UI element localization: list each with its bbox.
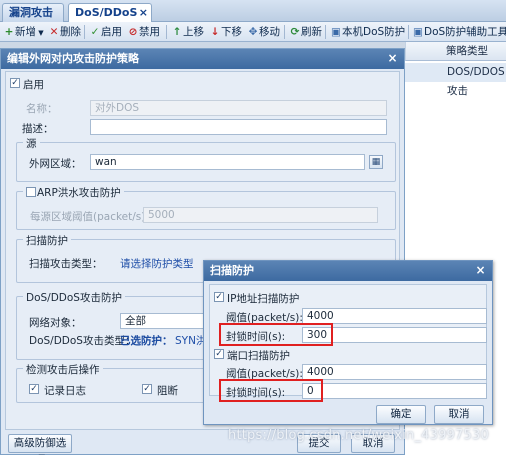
selected-protection-label: 已选防护： [120,335,173,347]
close-icon[interactable]: × [473,263,488,278]
toolbar-divider [166,25,167,39]
new-button[interactable]: + 新增 ▼ [3,24,44,40]
source-fieldset: 源 外网区域： wan ▦ [16,136,396,182]
log-label: 记录日志 [44,385,86,397]
arp-legend: ARP洪水攻击防护 [23,185,124,200]
arp-checkbox[interactable] [26,187,36,197]
dos-legend: DoS/DDoS攻击防护 [23,290,125,305]
dialog-title: 扫描防护 [204,261,492,281]
arp-fieldset: ARP洪水攻击防护 每源区域阈值(packet/s): 5000 [16,185,396,230]
enable-checkbox[interactable]: ✓ [10,78,20,88]
close-icon[interactable]: × [139,4,148,22]
toolbar-divider [408,25,409,39]
arp-threshold-label: 每源区域阈值(packet/s): [30,211,149,223]
move-icon: ✥ [248,26,258,38]
log-checkbox[interactable]: ✓ [29,384,39,394]
shield-icon: ▣ [331,26,341,38]
port-scan-checkbox[interactable]: ✓ [214,349,224,359]
name-label: 名称： [26,103,58,115]
zone-label: 外网区域： [29,158,82,170]
check-icon: ✓ [90,26,100,38]
scan-type-label: 扫描攻击类型： [29,258,103,270]
advanced-options-button[interactable]: 高级防御选项 [8,434,72,455]
delete-button[interactable]: ✕ 删除 [48,24,81,40]
port-scan-label: 端口扫描防护 [227,350,290,362]
name-field[interactable]: 对外DOS [90,100,387,116]
arrow-down-icon: ↓ [210,26,220,38]
move-button[interactable]: ✥ 移动 [247,24,280,40]
scan-protection-dialog: 扫描防护 × ✓ IP地址扫描防护 阈值(packet/s): 4000 封锁时… [203,260,493,425]
scan-legend: 扫描防护 [23,233,71,248]
tool-icon: ▣ [413,26,423,38]
source-legend: 源 [23,136,40,151]
ok-button[interactable]: 确定 [376,405,426,424]
watermark: https://blog.csdn.net/weixin_43997530 [228,428,489,443]
toolbar-divider [84,25,85,39]
action-legend: 检测攻击后操作 [23,362,103,377]
grid-column-header[interactable]: 策略类型 [405,42,506,61]
network-object-label: 网络对象： [29,317,82,329]
disable-icon: ⊘ [128,26,138,38]
toolbar: + 新增 ▼ ✕ 删除 ✓ 启用 ⊘ 禁用 ↑ 上移 ↓ 下移 ✥ 移动 ⟳ 刷新 ▣本机DoS… [0,22,506,42]
toolbar-divider [325,25,326,39]
close-icon[interactable]: × [385,51,400,66]
toolbar-divider [284,25,285,39]
ip-threshold-field[interactable]: 4000 [302,308,487,324]
move-up-button[interactable]: ↑ 上移 [171,24,204,40]
chevron-down-icon: ▼ [36,29,44,37]
tab-vuln-protection[interactable]: 漏洞攻击防护 [2,3,64,37]
delete-icon: ✕ [49,26,59,38]
refresh-icon: ⟳ [290,26,300,38]
block-checkbox[interactable]: ✓ [142,384,152,394]
disable-button[interactable]: ⊘ 禁用 [127,24,160,40]
block-label: 阻断 [157,385,178,397]
cancel-button[interactable]: 取消 [434,405,484,424]
move-down-button[interactable]: ↓ 下移 [209,24,242,40]
ip-scan-label: IP地址扫描防护 [227,293,300,305]
arrow-up-icon: ↑ [172,26,182,38]
refresh-button[interactable]: ⟳ 刷新 [289,24,322,40]
dos-tool-button[interactable]: ▣DoS防护辅助工具 [412,24,506,40]
table-row[interactable]: DOS/DDOS攻击 [405,63,506,97]
dialog-title: 编辑外网对内攻击防护策略 [1,49,404,69]
select-scan-type-link[interactable]: 请选择防护类型 [120,256,194,271]
local-dos-button[interactable]: ▣本机DoS防护 [330,24,405,40]
description-label: 描述： [22,123,54,135]
plus-icon: + [4,26,14,38]
ip-scan-checkbox[interactable]: ✓ [214,292,224,302]
tab-dos-protection[interactable]: DoS/DDoS防护 × [68,3,152,37]
port-block-time-field[interactable]: 0 [302,383,487,399]
port-threshold-field[interactable]: 4000 [302,364,487,380]
tab-bar: 漏洞攻击防护 DoS/DDoS防护 × [0,0,506,37]
highlight-box [219,379,323,402]
highlight-box [219,323,333,346]
scan-dialog-body: ✓ IP地址扫描防护 阈值(packet/s): 4000 封锁时间(s): 3… [209,284,487,402]
enable-button[interactable]: ✓ 启用 [89,24,122,40]
zone-picker-icon[interactable]: ▦ [369,155,383,169]
arp-threshold-field[interactable]: 5000 [143,207,378,223]
enable-label: 启用 [23,79,44,91]
description-field[interactable] [90,119,387,135]
zone-field[interactable]: wan [90,154,365,170]
